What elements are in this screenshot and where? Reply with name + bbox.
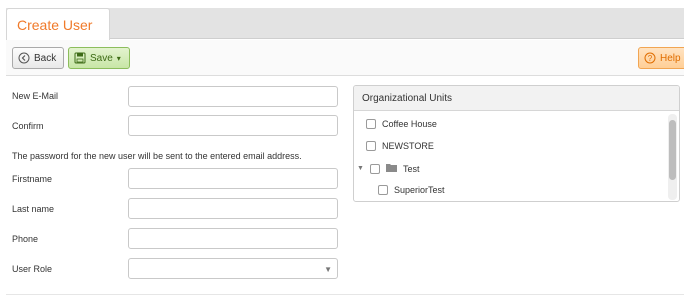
help-button[interactable]: ? Help xyxy=(638,47,684,69)
firstname-field[interactable] xyxy=(128,168,338,189)
org-unit-label: NEWSTORE xyxy=(382,141,434,151)
org-unit-item[interactable]: SuperiorTest xyxy=(378,185,445,195)
checkbox[interactable] xyxy=(366,141,376,151)
question-circle-icon: ? xyxy=(644,52,656,64)
tab-create-user[interactable]: Create User xyxy=(6,8,110,40)
help-label: Help xyxy=(660,52,681,64)
user-form: New E-Mail Confirm The password for the … xyxy=(6,77,346,297)
org-unit-item[interactable]: NEWSTORE xyxy=(366,141,434,151)
phone-field[interactable] xyxy=(128,228,338,249)
tab-label: Create User xyxy=(17,17,93,33)
back-circle-icon xyxy=(18,52,30,64)
org-unit-label: Coffee House xyxy=(382,119,437,129)
new-email-field[interactable] xyxy=(128,86,338,107)
floppy-disk-icon xyxy=(74,52,86,64)
back-button[interactable]: Back xyxy=(12,47,64,69)
save-label: Save xyxy=(90,52,113,64)
back-label: Back xyxy=(34,52,57,64)
user-role-select[interactable]: ▼ xyxy=(128,258,338,279)
lastname-label: Last name xyxy=(12,204,55,214)
org-unit-item[interactable]: ▼ Test xyxy=(357,163,419,174)
organizational-units-panel: Organizational Units Coffee House NEWSTO… xyxy=(353,85,680,202)
tab-bar: Create User xyxy=(6,8,684,40)
expand-arrow-icon[interactable]: ▼ xyxy=(357,165,364,172)
checkbox[interactable] xyxy=(369,163,380,174)
checkbox[interactable] xyxy=(366,119,376,129)
checkbox[interactable] xyxy=(378,185,388,195)
chevron-down-icon: ▼ xyxy=(324,265,332,274)
toolbar: Back Save ▾ ? Help xyxy=(6,40,684,76)
save-dropdown-caret[interactable]: ▾ xyxy=(117,54,121,63)
confirm-email-field[interactable] xyxy=(128,115,338,136)
firstname-label: Firstname xyxy=(12,174,53,184)
phone-label: Phone xyxy=(12,234,39,244)
org-unit-label: SuperiorTest xyxy=(394,185,445,195)
org-unit-item[interactable]: Coffee House xyxy=(366,119,437,129)
new-email-label: New E-Mail xyxy=(12,91,59,101)
folder-icon xyxy=(385,163,397,174)
confirm-label: Confirm xyxy=(12,121,44,131)
org-unit-label: Test xyxy=(402,163,420,174)
lastname-field[interactable] xyxy=(128,198,338,219)
scrollbar-thumb[interactable] xyxy=(669,120,676,180)
divider xyxy=(6,294,684,295)
save-button[interactable]: Save ▾ xyxy=(68,47,130,69)
org-units-title: Organizational Units xyxy=(354,86,679,111)
user-role-label: User Role xyxy=(12,264,53,274)
scrollbar[interactable] xyxy=(668,114,677,200)
password-note: The password for the new user will be se… xyxy=(12,151,302,161)
svg-text:?: ? xyxy=(648,54,653,63)
